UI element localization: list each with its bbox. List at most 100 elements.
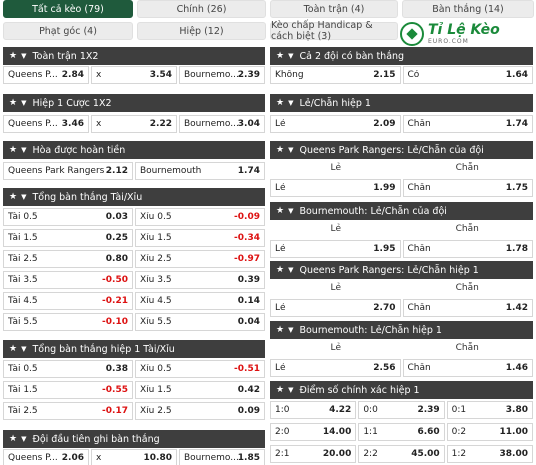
odds-cell[interactable]: Bournemouth 1.74 xyxy=(135,162,265,180)
tab-1[interactable]: Chính (26) xyxy=(137,0,266,18)
star-icon[interactable]: ★ xyxy=(9,434,17,444)
section-title: Tổng bàn thắng hiệp 1 Tài/Xỉu xyxy=(32,343,175,355)
odds-cell[interactable]: x 10.80 xyxy=(91,449,177,465)
odds-cell[interactable]: 1:2 38.00 xyxy=(446,445,533,463)
odds-cell[interactable]: Chẵn 1.78 xyxy=(402,240,533,258)
section-header[interactable]: ★ ▼ Bournemouth: Lẻ/Chẵn của đội xyxy=(270,202,533,220)
odds-cell[interactable]: Xỉu 2.5 0.09 xyxy=(135,402,265,420)
tab-6[interactable]: Kèo chấp Handicap & cách biệt (3) xyxy=(270,20,398,42)
odds-cell[interactable]: Tài 3.5 -0.50 xyxy=(3,271,133,289)
odds-cell[interactable]: 1:1 6.60 xyxy=(358,423,445,441)
section-header[interactable]: ★ ▼ Toàn trận 1X2 xyxy=(3,47,265,65)
section-header[interactable]: ★ ▼ Hòa được hoàn tiền xyxy=(3,141,265,159)
tab-3[interactable]: Bàn thắng (14) xyxy=(402,0,534,18)
odds-cell[interactable]: Chẵn 1.46 xyxy=(402,359,533,377)
chevron-down-icon: ▼ xyxy=(21,193,27,201)
section-header[interactable]: ★ ▼ Hiệp 1 Cược 1X2 xyxy=(3,94,265,112)
star-icon[interactable]: ★ xyxy=(276,206,284,216)
odds-cell[interactable]: Chẵn 1.75 xyxy=(402,179,533,197)
odds-cell[interactable]: x 3.54 xyxy=(91,66,177,84)
selection-label: Queens P... xyxy=(8,453,58,463)
section-header[interactable]: ★ ▼ Tổng bàn thắng Tài/Xỉu xyxy=(3,188,265,206)
star-icon[interactable]: ★ xyxy=(276,98,284,108)
odds-cell[interactable]: Không 2.15 xyxy=(270,66,401,84)
star-icon[interactable]: ★ xyxy=(9,344,17,354)
odds-cell[interactable]: Xỉu 2.5 -0.97 xyxy=(135,250,265,268)
odds-cell[interactable]: Tài 0.5 0.03 xyxy=(3,208,133,226)
section-header[interactable]: ★ ▼ Bournemouth: Lẻ/Chẵn hiệp 1 xyxy=(270,321,533,339)
odds-cell[interactable]: Queens Park Rangers 2.12 xyxy=(3,162,133,180)
chevron-down-icon: ▼ xyxy=(21,99,27,107)
odds-value: 4.22 xyxy=(329,405,352,415)
odds-value: 3.04 xyxy=(237,119,260,129)
star-icon[interactable]: ★ xyxy=(276,51,284,61)
odds-cell[interactable]: 2:1 20.00 xyxy=(270,445,357,463)
odds-cell[interactable]: 1:0 4.22 xyxy=(270,401,357,419)
odds-cell[interactable]: Xỉu 4.5 0.14 xyxy=(135,292,265,310)
star-icon[interactable]: ★ xyxy=(9,192,17,202)
odds-cell[interactable]: Lẻ 2.56 xyxy=(270,359,401,377)
odds-cell[interactable]: x 2.22 xyxy=(91,115,177,133)
odds-cell[interactable]: Queens P... 2.84 xyxy=(3,66,89,84)
odds-cell[interactable]: Lẻ 1.99 xyxy=(270,179,401,197)
odds-cell[interactable]: Chẵn 1.42 xyxy=(402,299,533,317)
column-label: Chẵn xyxy=(455,224,479,234)
odds-cell[interactable]: Tài 2.5 0.80 xyxy=(3,250,133,268)
odds-cell[interactable]: 2:2 45.00 xyxy=(358,445,445,463)
odds-value: 1.85 xyxy=(237,453,260,463)
site-logo[interactable]: Tỉ Lệ Kèo EURO.COM xyxy=(400,17,532,51)
odds-cell[interactable]: Lẻ 1.95 xyxy=(270,240,401,258)
odds-cell[interactable]: Tài 2.5 -0.17 xyxy=(3,402,133,420)
star-icon[interactable]: ★ xyxy=(276,385,284,395)
section-header[interactable]: ★ ▼ Queens Park Rangers: Lẻ/Chẵn của đội xyxy=(270,141,533,159)
odds-cell[interactable]: Queens P... 3.46 xyxy=(3,115,89,133)
section-header[interactable]: ★ ▼ Điểm số chính xác hiệp 1 xyxy=(270,381,533,399)
odds-cell[interactable]: Tài 1.5 0.25 xyxy=(3,229,133,247)
odds-cell[interactable]: 0:2 11.00 xyxy=(446,423,533,441)
star-icon[interactable]: ★ xyxy=(276,325,284,335)
odds-cell[interactable]: Bournemo... 1.85 xyxy=(179,449,265,465)
star-icon[interactable]: ★ xyxy=(276,265,284,275)
section-header[interactable]: ★ ▼ Lẻ/Chẵn hiệp 1 xyxy=(270,94,533,112)
section-header[interactable]: ★ ▼ Đội đầu tiên ghi bàn thắng xyxy=(3,430,265,448)
odds-cell[interactable]: Tài 1.5 -0.55 xyxy=(3,381,133,399)
odds-cell[interactable]: Xỉu 1.5 0.42 xyxy=(135,381,265,399)
tab-2[interactable]: Toàn trận (4) xyxy=(270,0,398,18)
section-header[interactable]: ★ ▼ Queens Park Rangers: Lẻ/Chẵn hiệp 1 xyxy=(270,261,533,279)
odds-cell[interactable]: Xỉu 3.5 0.39 xyxy=(135,271,265,289)
selection-label: Xỉu 4.5 xyxy=(140,296,172,306)
odds-cell[interactable]: 0:1 3.80 xyxy=(446,401,533,419)
odds-cell[interactable]: Xỉu 0.5 -0.09 xyxy=(135,208,265,226)
star-icon[interactable]: ★ xyxy=(9,98,17,108)
section-header[interactable]: ★ ▼ Cả 2 đội có bàn thắng xyxy=(270,47,533,65)
selection-label: Tài 2.5 xyxy=(8,254,38,264)
tab-0[interactable]: Tất cả kèo (79) xyxy=(3,0,133,18)
odds-cell[interactable]: Chẵn 1.74 xyxy=(402,115,533,133)
odds-cell[interactable]: 0:0 2.39 xyxy=(358,401,445,419)
star-icon[interactable]: ★ xyxy=(276,145,284,155)
star-icon[interactable]: ★ xyxy=(9,51,17,61)
odds-cell[interactable]: 2:0 14.00 xyxy=(270,423,357,441)
selection-label: Queens Park Rangers xyxy=(8,166,105,176)
odds-cell[interactable]: Queens P... 2.06 xyxy=(3,449,89,465)
odds-cell[interactable]: Bournemo... 3.04 xyxy=(179,115,265,133)
odds-cell[interactable]: Tài 5.5 -0.10 xyxy=(3,313,133,331)
star-icon[interactable]: ★ xyxy=(9,145,17,155)
odds-value: 6.60 xyxy=(417,427,440,437)
odds-cell[interactable]: Lẻ 2.09 xyxy=(270,115,401,133)
tab-5[interactable]: Hiệp (12) xyxy=(137,22,266,40)
odds-cell[interactable]: Tài 0.5 0.38 xyxy=(3,360,133,378)
section-header[interactable]: ★ ▼ Tổng bàn thắng hiệp 1 Tài/Xỉu xyxy=(3,340,265,358)
odds-cell[interactable]: Có 1.64 xyxy=(402,66,533,84)
odds-cell[interactable]: Tài 4.5 -0.21 xyxy=(3,292,133,310)
section-title: Bournemouth: Lẻ/Chẵn của đội xyxy=(299,205,447,217)
odds-cell[interactable]: Lẻ 2.70 xyxy=(270,299,401,317)
odds-value: -0.51 xyxy=(234,364,260,374)
football-icon xyxy=(400,22,424,46)
odds-cell[interactable]: Xỉu 0.5 -0.51 xyxy=(135,360,265,378)
odds-cell[interactable]: Bournemo... 2.39 xyxy=(179,66,265,84)
selection-label: 2:2 xyxy=(363,449,378,459)
tab-4[interactable]: Phạt góc (4) xyxy=(3,22,133,40)
odds-cell[interactable]: Xỉu 5.5 0.04 xyxy=(135,313,265,331)
odds-cell[interactable]: Xỉu 1.5 -0.34 xyxy=(135,229,265,247)
